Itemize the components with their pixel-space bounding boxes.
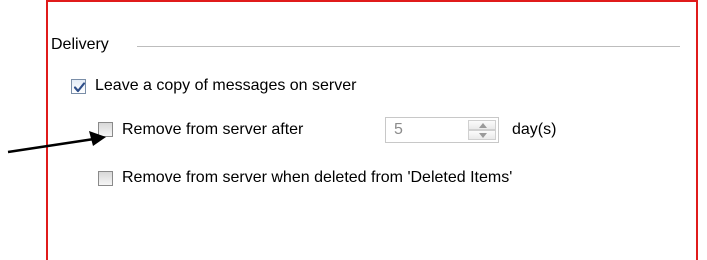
annotation-arrow-icon xyxy=(7,131,106,154)
